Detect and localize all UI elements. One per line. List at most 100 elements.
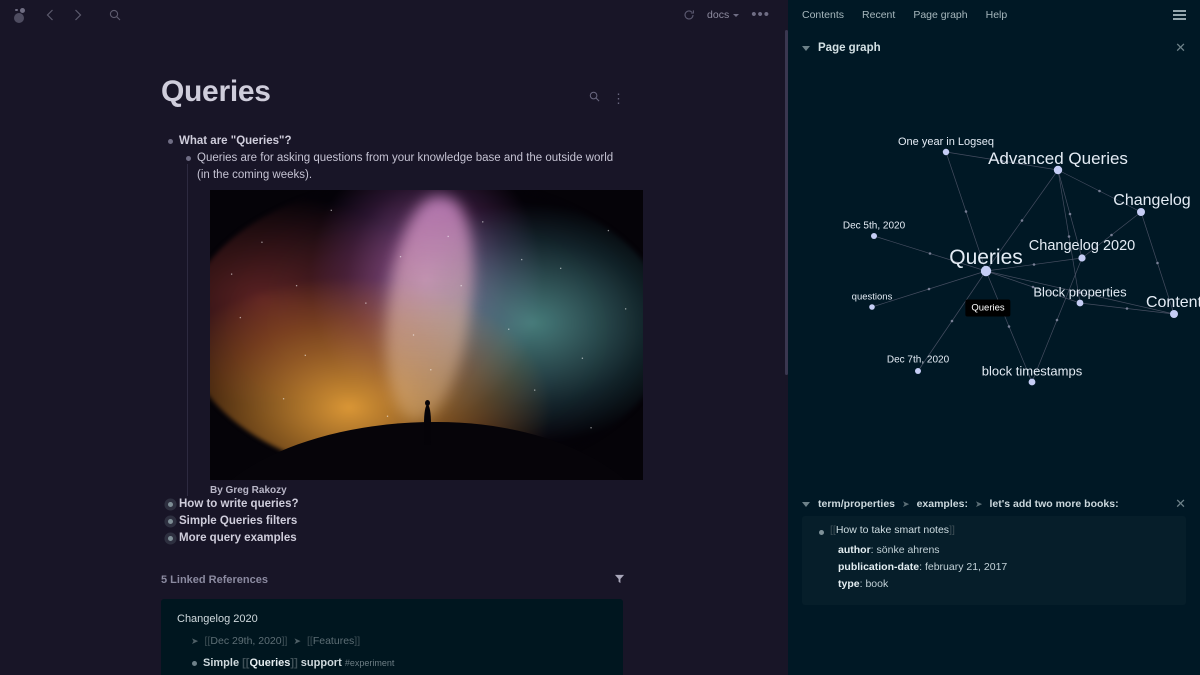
graph-node <box>869 304 875 310</box>
tab-recent[interactable]: Recent <box>862 9 895 21</box>
graph-node-label[interactable]: Dec 7th, 2020 <box>887 355 949 366</box>
person-silhouette <box>424 400 432 446</box>
toolbar-right-group: docs ••• <box>683 7 776 22</box>
page-link[interactable]: How to take smart notes <box>836 524 949 536</box>
detail-card: [[How to take smart notes]] author: sönk… <box>802 516 1186 605</box>
block-item-collapsed[interactable]: More query examples <box>161 530 788 547</box>
property-key: publication-date <box>838 561 920 573</box>
graph-node-label[interactable]: Block properties <box>1033 285 1126 300</box>
block-list: What are "Queries"? Queries are for aski… <box>161 133 788 547</box>
linked-references-header: 5 Linked References <box>161 571 788 589</box>
repo-selector[interactable]: docs <box>707 9 740 21</box>
graph-node-label[interactable]: Changelog 2020 <box>1029 238 1135 254</box>
graph-edge-midpoint <box>928 252 932 255</box>
right-sidebar: Contents Recent Page graph Help Page gra… <box>788 0 1200 675</box>
graph-edge-midpoint <box>964 210 968 213</box>
bullet-collapsed-icon[interactable] <box>161 530 179 541</box>
more-menu-icon[interactable]: ••• <box>751 7 770 22</box>
bullet-collapsed-icon[interactable] <box>161 513 179 524</box>
block-text: Queries are for asking questions from yo… <box>197 152 614 181</box>
chevron-right-icon[interactable]: ➤ <box>191 636 199 647</box>
top-toolbar: docs ••• <box>0 0 788 30</box>
repo-name: docs <box>707 9 730 21</box>
back-arrow-icon[interactable] <box>43 5 57 25</box>
graph-node <box>1078 254 1086 262</box>
property-row: publication-date: february 21, 2017 <box>838 561 1008 573</box>
page-graph[interactable]: One year in Logseq Advanced Queries Change… <box>788 60 1200 460</box>
reference-breadcrumb: ➤ [[Dec 29th, 2020]] ➤ [[Features]] <box>177 635 607 647</box>
graph-node-tooltip: Queries <box>965 299 1011 317</box>
linked-reference-card: Changelog 2020 ➤ [[Dec 29th, 2020]] ➤ [[… <box>161 599 623 675</box>
graph-node-label[interactable]: Changelog <box>1113 192 1190 210</box>
refresh-icon[interactable] <box>683 9 695 21</box>
graph-edge-midpoint <box>1098 189 1101 193</box>
page-link[interactable]: Queries <box>249 657 290 669</box>
tab-page-graph[interactable]: Page graph <box>913 9 967 21</box>
reference-block[interactable]: Simple [[Queries]] support #experiment F… <box>177 655 607 675</box>
detail-section: term/properties ➤ examples: ➤ let's add … <box>788 497 1200 605</box>
block-children: Queries are for asking questions from yo… <box>179 150 788 496</box>
property-row: author: sönke ahrens <box>838 544 940 556</box>
bullet-icon[interactable] <box>179 150 197 161</box>
property-key: author <box>838 544 871 556</box>
bullet-icon[interactable] <box>812 524 830 535</box>
graph-node-label[interactable]: One year in Logseq <box>898 136 994 148</box>
logseq-logo-icon[interactable] <box>12 7 29 24</box>
graph-node <box>942 148 950 156</box>
hashtag[interactable]: #experiment <box>345 658 395 668</box>
filter-icon[interactable] <box>614 571 625 589</box>
graph-edge-midpoint <box>1156 261 1159 265</box>
linked-references-title[interactable]: 5 Linked References <box>161 574 268 586</box>
graph-node-label[interactable]: Dec 5th, 2020 <box>843 221 905 232</box>
graph-node-label[interactable]: questions <box>852 292 893 303</box>
detail-section-header: term/properties ➤ examples: ➤ let's add … <box>802 497 1186 510</box>
search-icon[interactable] <box>109 9 121 21</box>
block-text: How to write queries? <box>179 498 299 510</box>
block-item-collapsed[interactable]: Simple Queries filters <box>161 513 788 530</box>
forward-arrow-icon[interactable] <box>71 5 85 25</box>
page-search-icon[interactable] <box>589 89 600 107</box>
page-header: Queries ⋮ <box>161 30 788 109</box>
hamburger-menu-icon[interactable] <box>1173 10 1186 20</box>
property-value: sönke ahrens <box>876 544 940 556</box>
graph-edge-midpoint <box>1020 219 1024 222</box>
property-value: book <box>865 578 889 590</box>
reference-page-name[interactable]: Changelog 2020 <box>177 613 607 625</box>
block-item-collapsed[interactable]: How to write queries? 1 <box>161 496 788 513</box>
graph-node-label[interactable]: Content <box>1146 294 1200 312</box>
chevron-right-icon[interactable]: ➤ <box>293 636 301 647</box>
breadcrumb-item[interactable]: examples: <box>917 498 968 510</box>
block-item[interactable]: Queries are for asking questions from yo… <box>179 150 788 184</box>
breadcrumb-item[interactable]: term/properties <box>818 498 895 510</box>
close-icon[interactable]: ✕ <box>1175 497 1186 510</box>
app-root: docs ••• Queries ⋮ What are "Queries"? Q… <box>0 0 1200 675</box>
chevron-right-icon: ➤ <box>902 498 910 509</box>
block-item[interactable]: What are "Queries"? <box>161 133 788 150</box>
bullet-icon[interactable] <box>185 655 203 666</box>
close-icon[interactable]: ✕ <box>1175 41 1186 54</box>
tab-help[interactable]: Help <box>986 9 1008 21</box>
bullet-icon[interactable] <box>161 133 179 144</box>
graph-node-label[interactable]: Advanced Queries <box>988 149 1128 169</box>
graph-node-label[interactable]: block timestamps <box>982 364 1082 379</box>
graph-node <box>871 233 877 239</box>
chevron-right-icon: ➤ <box>974 498 983 509</box>
detail-block-text: [[How to take smart notes]] <box>830 524 955 536</box>
caret-down-icon[interactable] <box>802 501 810 507</box>
sidebar-tabs: Contents Recent Page graph Help <box>788 0 1200 30</box>
graph-edge-midpoint <box>1032 263 1036 266</box>
detail-breadcrumb: term/properties ➤ examples: ➤ let's add … <box>818 498 1119 510</box>
graph-node-label[interactable]: Queries <box>949 246 1023 270</box>
bullet-collapsed-icon[interactable] <box>161 496 179 507</box>
block-image[interactable] <box>210 190 643 480</box>
breadcrumb-item[interactable]: let's add two more books: <box>990 498 1119 510</box>
image-caption: By Greg Rakozy <box>210 485 287 496</box>
page-container: Queries ⋮ What are "Queries"? Queries ar… <box>0 30 788 675</box>
block-text: Simple Queries filters <box>179 515 298 527</box>
caret-down-icon[interactable] <box>802 45 810 51</box>
block-properties: author: sönke ahrens publication-date: f… <box>812 536 1176 593</box>
tab-contents[interactable]: Contents <box>802 9 844 21</box>
page-more-icon[interactable]: ⋮ <box>612 92 625 105</box>
reference-block-body: Simple [[Queries]] support #experiment F… <box>203 655 394 675</box>
detail-block[interactable]: [[How to take smart notes]] <box>812 524 1176 536</box>
